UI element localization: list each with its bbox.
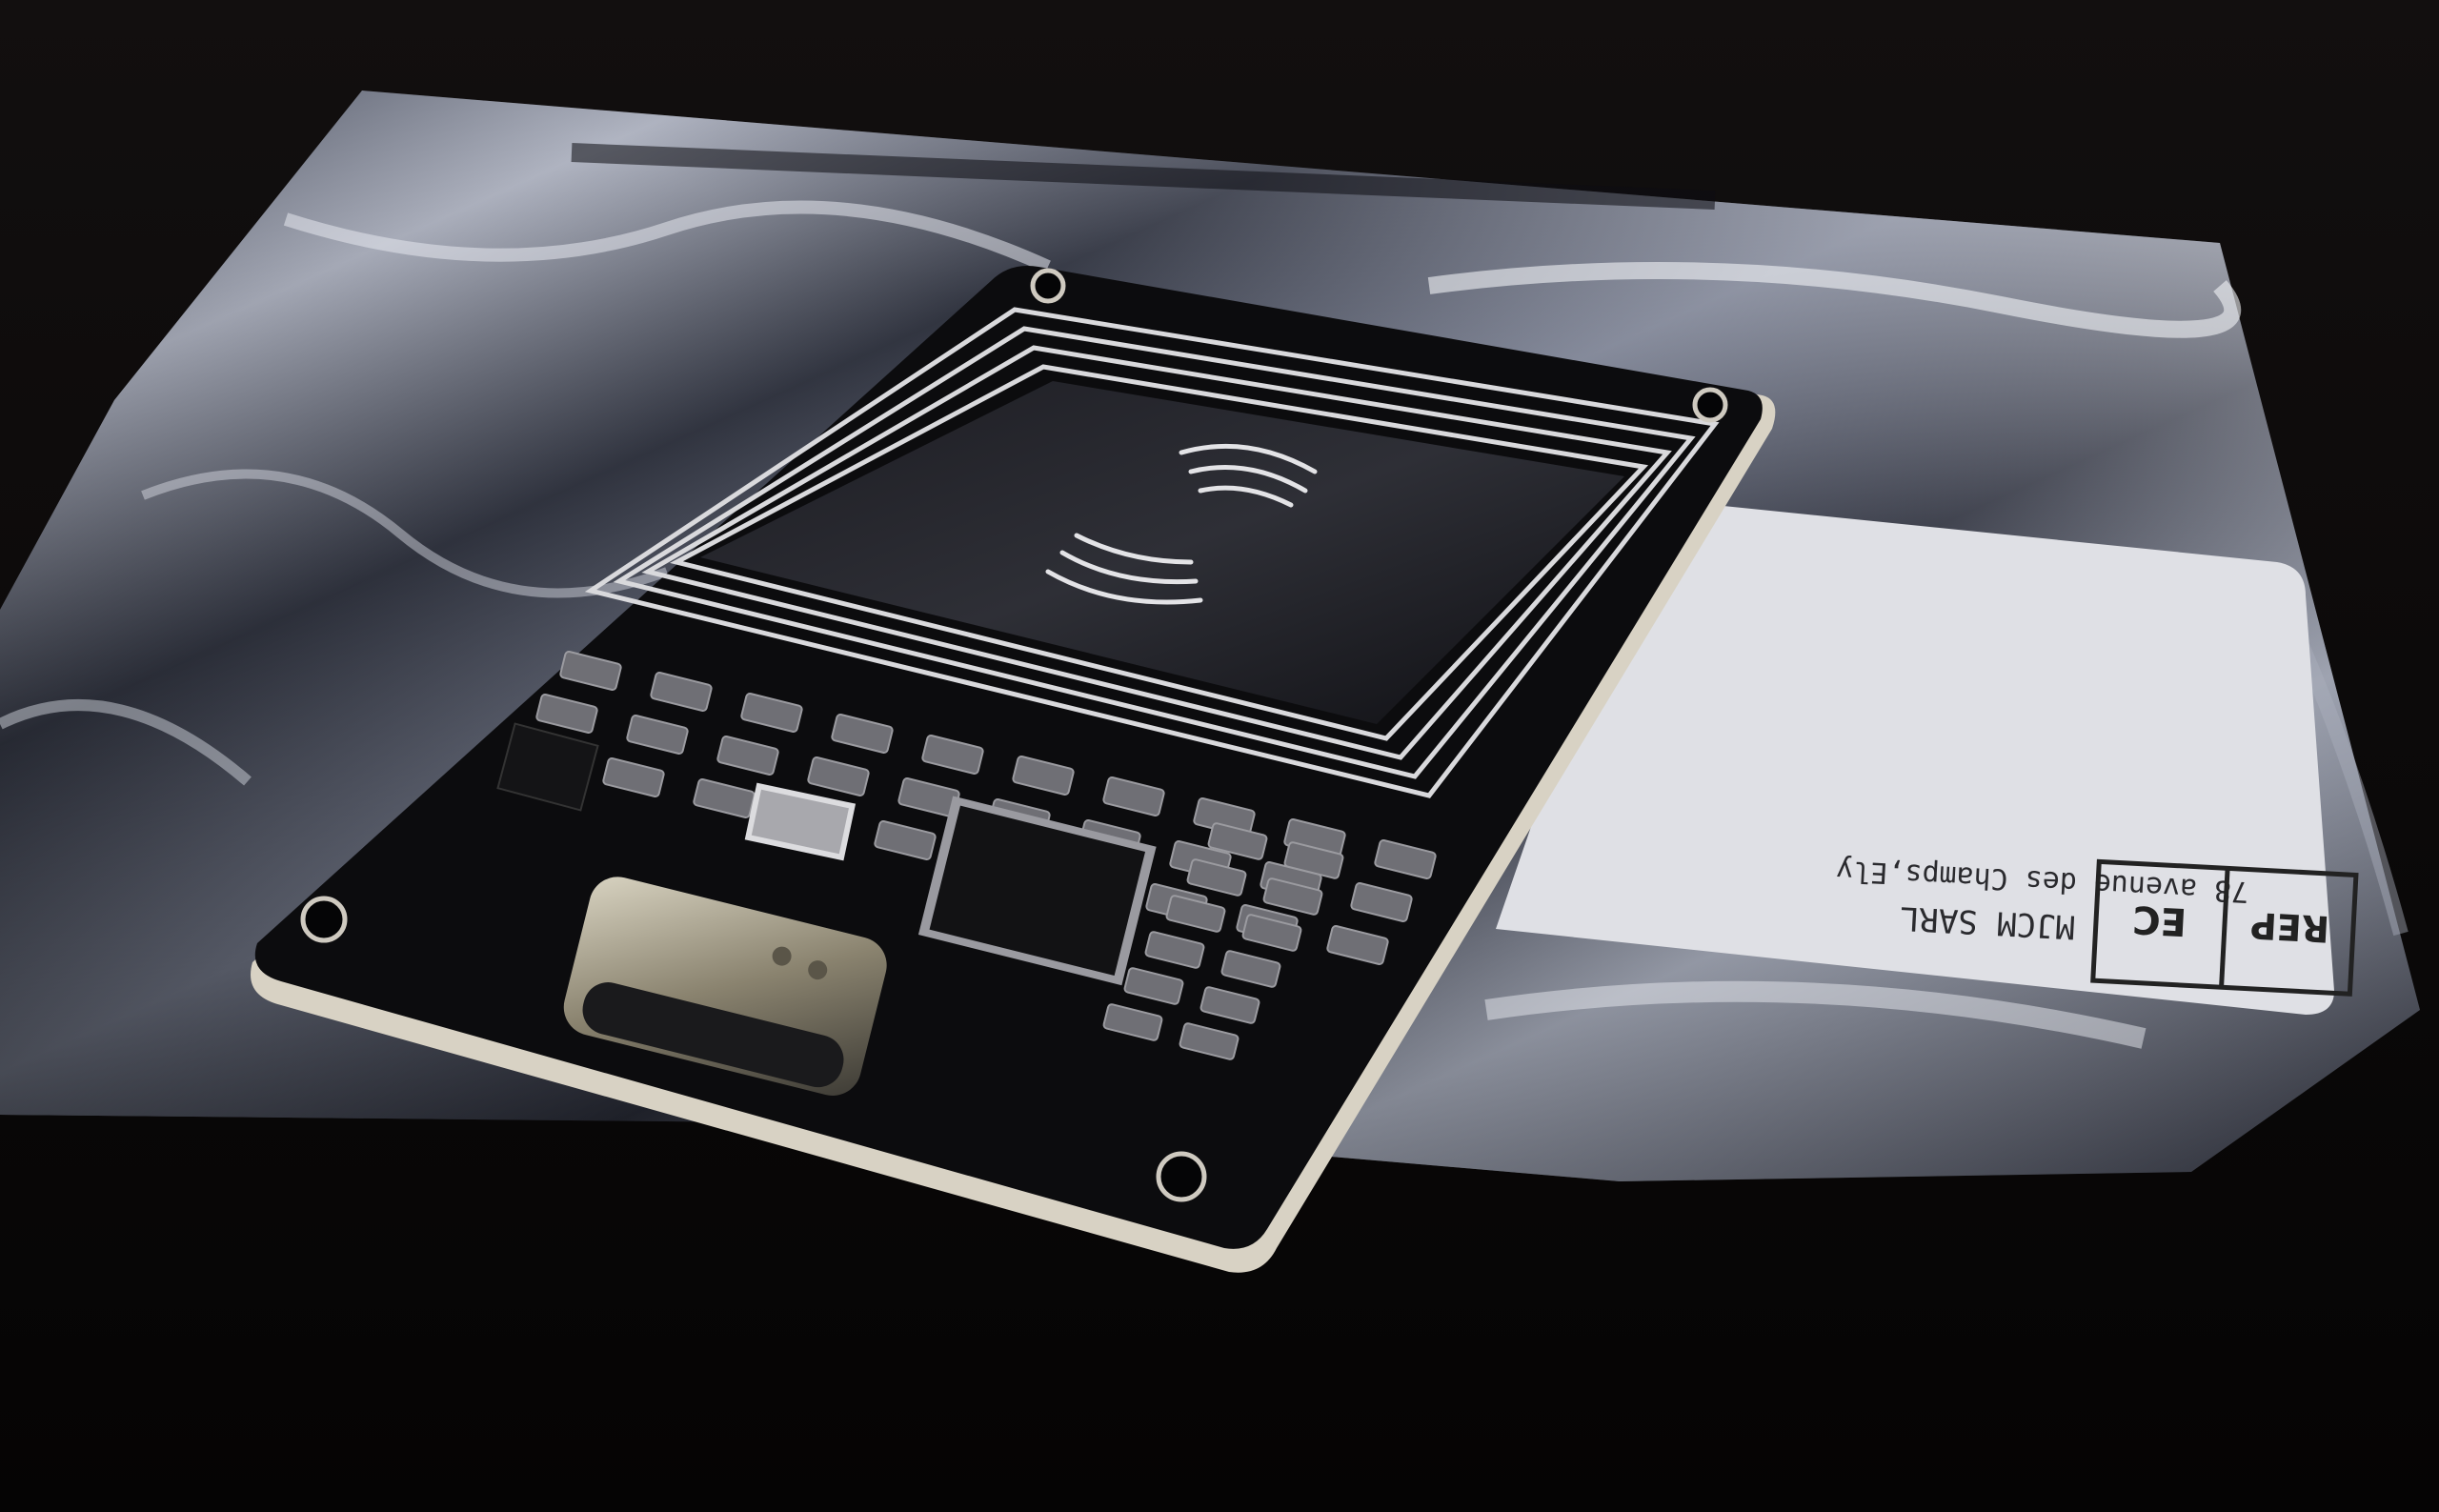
photo-scene: MJCM SARL 78 avenue des Champs,Ely EC RE… — [0, 0, 2439, 1512]
ec-text: EC — [2131, 897, 2187, 943]
rep-text: REP — [2249, 904, 2330, 950]
